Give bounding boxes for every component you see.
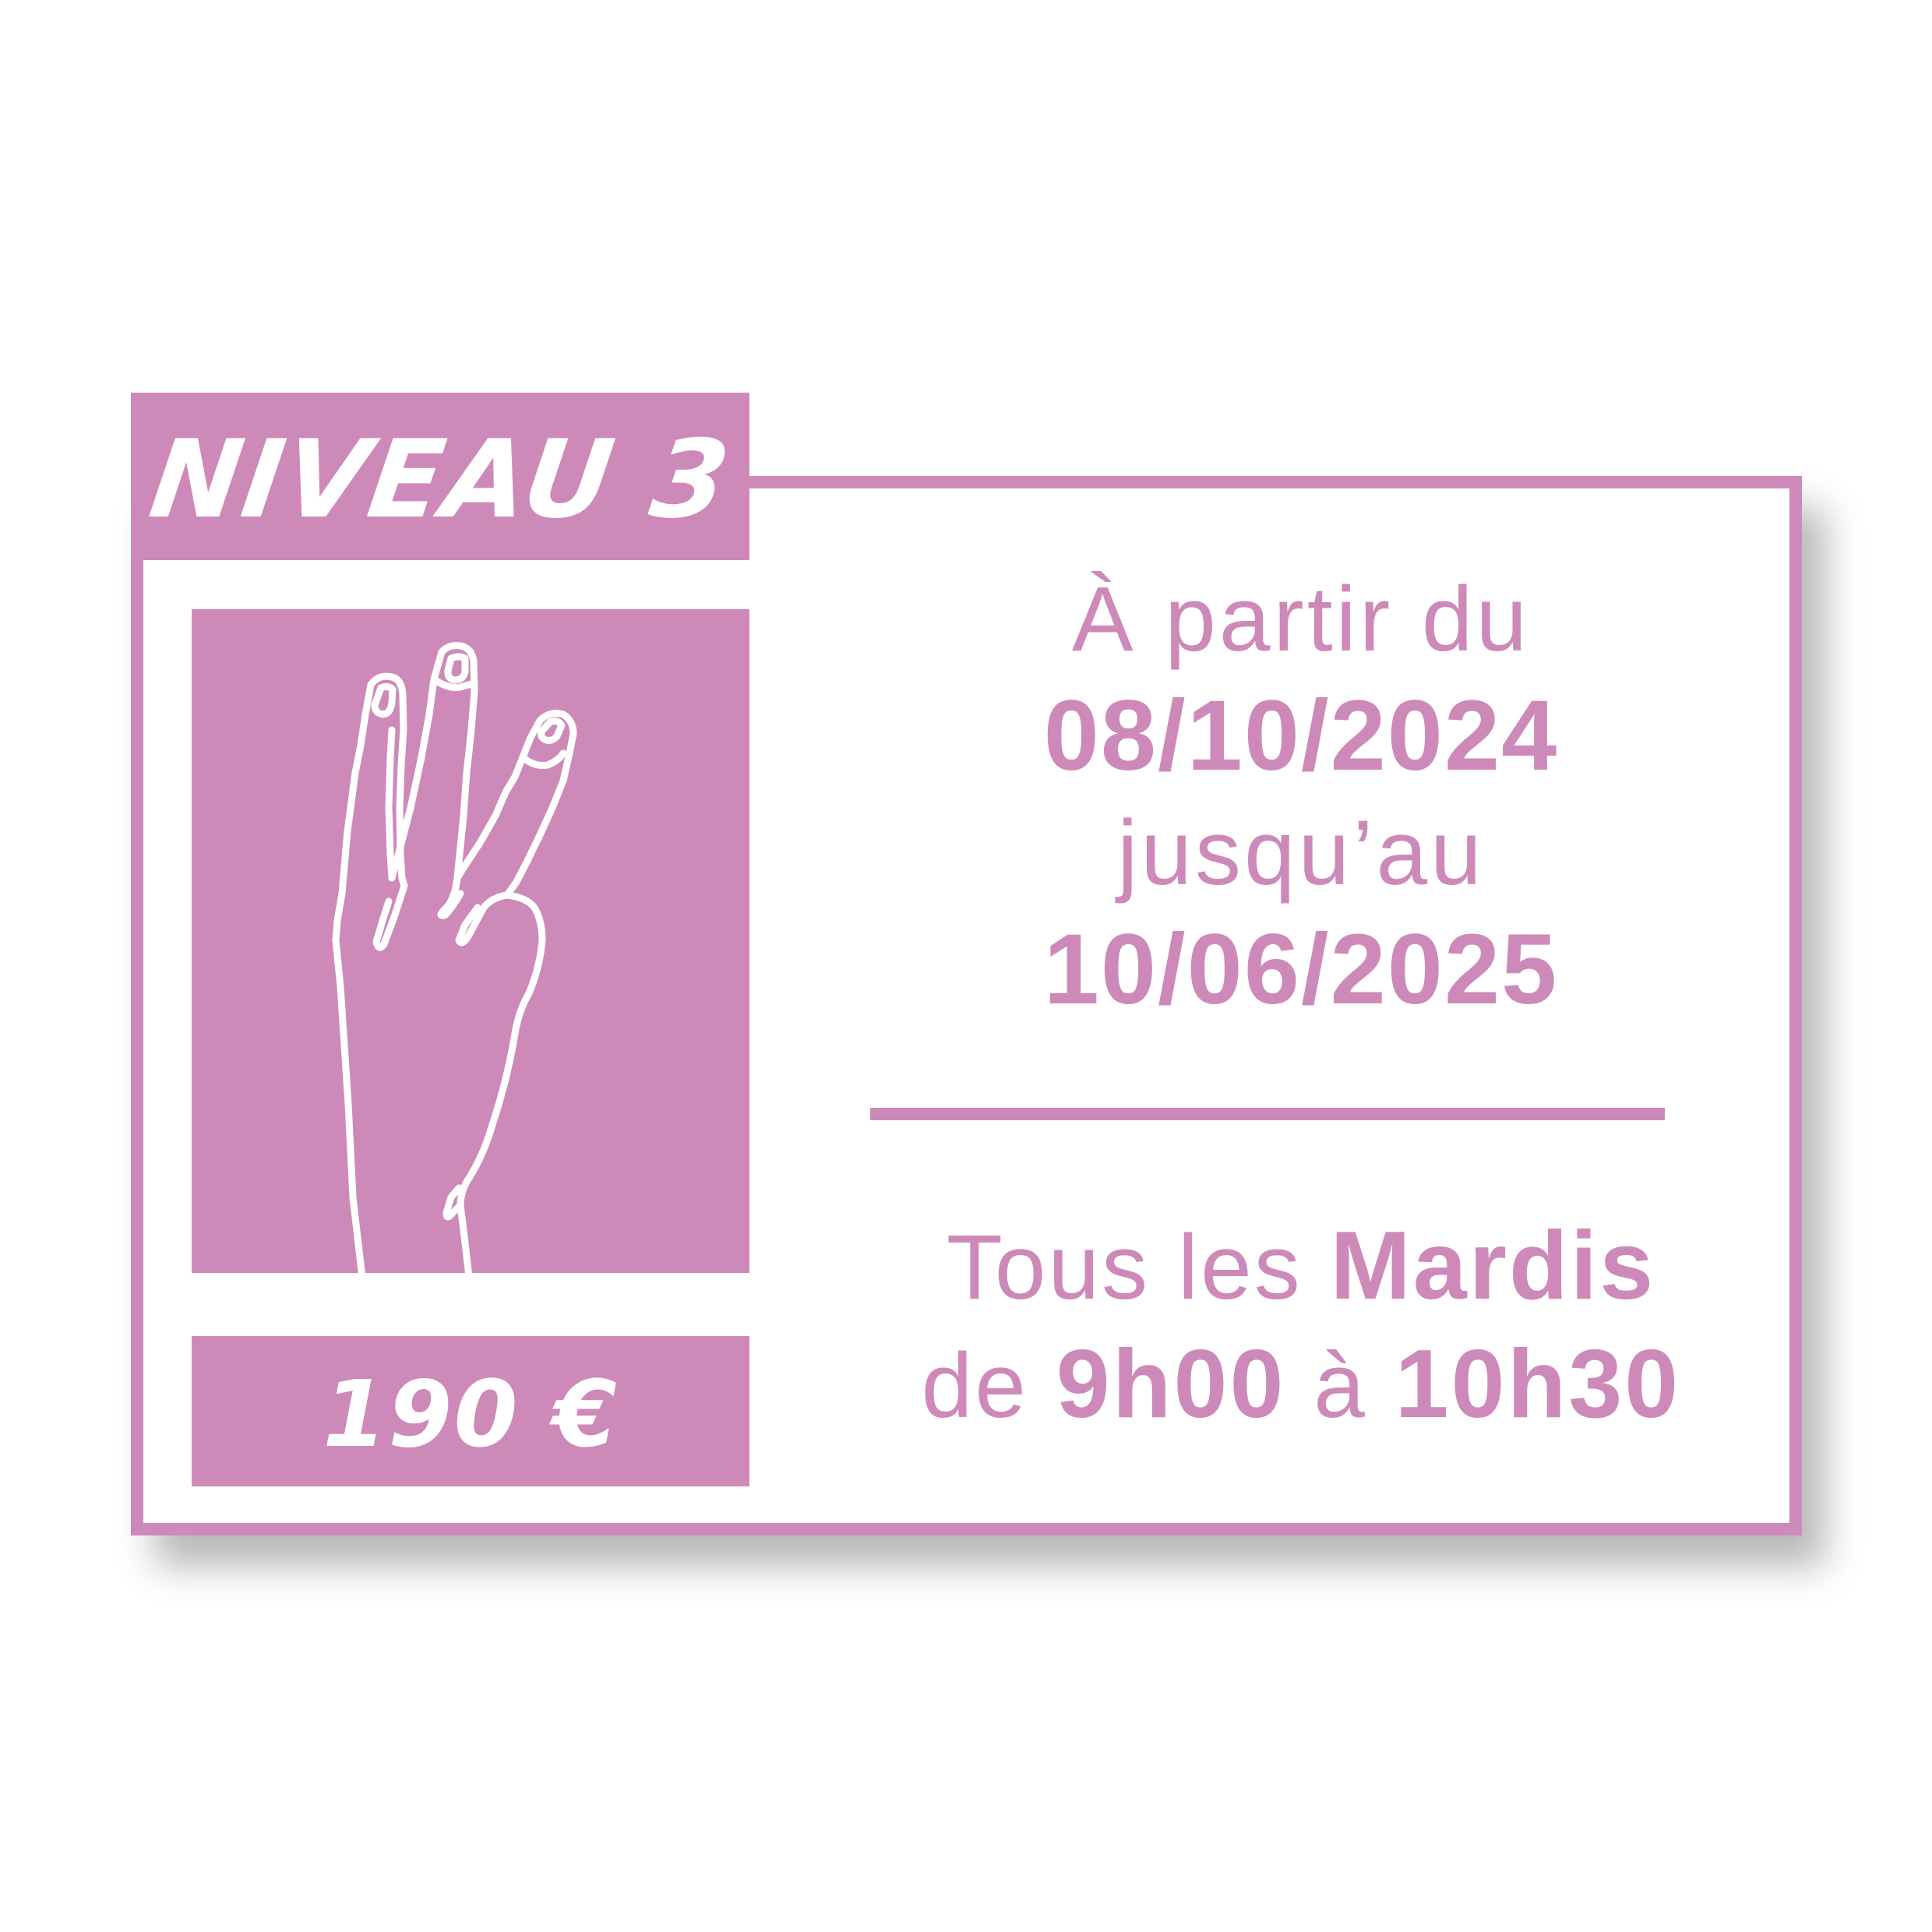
price-label: 190 € [323,1359,619,1468]
schedule-day: Mardis [1330,1212,1656,1320]
until-label: jusqu’au [1117,802,1485,904]
schedule-time-line: de 9h00 à 10h30 [841,1326,1761,1444]
from-label: À partir du [1071,568,1531,671]
level-label: NIVEAU 3 [143,417,738,542]
from-date: 08/10/2024 [1043,680,1559,791]
three-fingers-hand-icon [332,642,577,1273]
level-tab: NIVEAU 3 [131,393,749,560]
date-range: À partir du 08/10/2024 jusqu’au 10/06/20… [841,561,1761,1028]
until-date: 10/06/2025 [1043,914,1559,1025]
course-card-canvas: NIVEAU 3 190 € À partir du 08/10/2024 ju… [0,0,1932,1932]
schedule-end: 10h30 [1394,1331,1681,1438]
schedule-time-mid: à [1313,1334,1367,1437]
price-box: 190 € [192,1336,749,1486]
divider [870,1108,1665,1120]
schedule-prefix: Tous les [946,1216,1303,1319]
schedule: Tous les Mardis de 9h00 à 10h30 [841,1208,1761,1444]
hand-illustration-box [192,609,749,1273]
schedule-day-line: Tous les Mardis [841,1208,1761,1326]
schedule-time-prefix: de [921,1334,1028,1437]
schedule-start: 9h00 [1056,1331,1286,1438]
